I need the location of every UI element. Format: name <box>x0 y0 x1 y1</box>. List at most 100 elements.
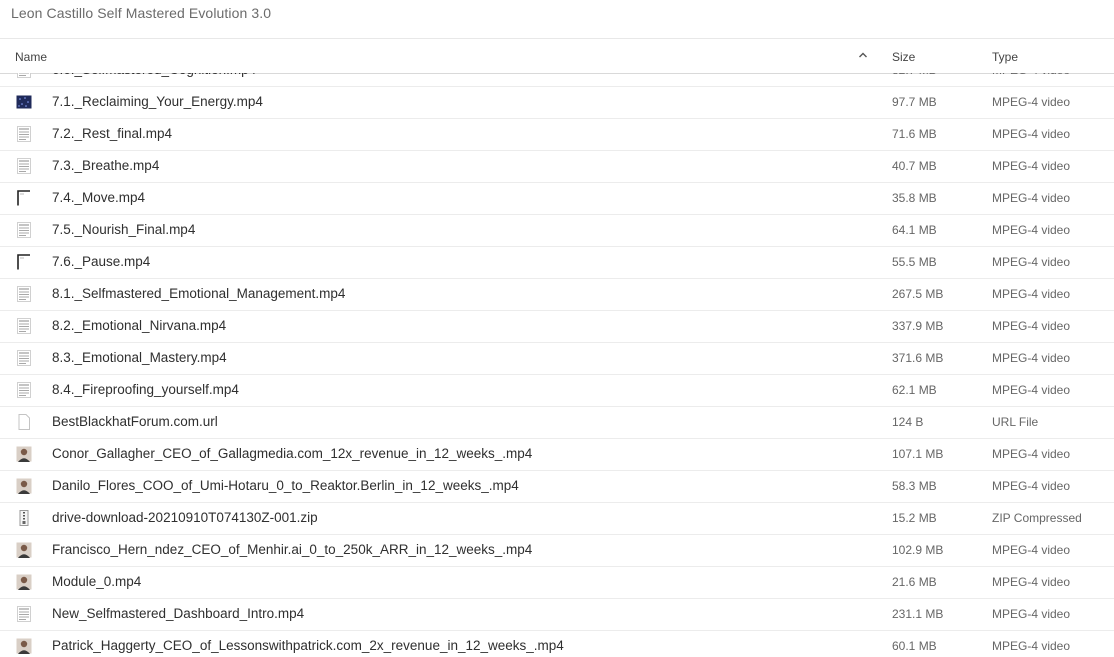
file-row[interactable]: New_Selfmastered_Dashboard_Intro.mp4 231.… <box>0 599 1114 631</box>
file-size: 82.7 MB <box>892 73 937 77</box>
person-thumb-icon <box>16 446 32 462</box>
column-header-name[interactable]: Name <box>15 50 47 64</box>
file-type: MPEG-4 video <box>992 447 1071 461</box>
file-type: MPEG-4 video <box>992 223 1071 237</box>
file-row[interactable]: Francisco_Hern_ndez_CEO_of_Menhir.ai_0_t… <box>0 535 1114 567</box>
file-row[interactable]: 7.2._Rest_final.mp4 71.6 MB MPEG-4 video <box>0 119 1114 151</box>
file-size: 337.9 MB <box>892 319 944 333</box>
file-size: 231.1 MB <box>892 607 944 621</box>
file-name: 7.3._Breathe.mp4 <box>52 158 160 173</box>
file-row[interactable]: 8.1._Selfmastered_Emotional_Management.m… <box>0 279 1114 311</box>
file-row[interactable]: 8.4._Fireproofing_yourself.mp4 62.1 MB MPE… <box>0 375 1114 407</box>
file-row[interactable]: 7.6._Pause.mp4 55.5 MB MPEG-4 video <box>0 247 1114 279</box>
doc-thumb-icon <box>16 350 32 366</box>
file-row[interactable]: Module_0.mp4 21.6 MB MPEG-4 video <box>0 567 1114 599</box>
column-header-type[interactable]: Type <box>992 50 1018 64</box>
file-row[interactable]: 6.6._Selfmastered_Cognition.mp4 82.7 MB MP… <box>0 73 1114 87</box>
file-name: Danilo_Flores_COO_of_Umi-Hotaru_0_to_Rea… <box>52 478 519 493</box>
file-name: Conor_Gallagher_CEO_of_Gallagmedia.com_1… <box>52 446 533 461</box>
file-type: MPEG-4 video <box>992 287 1071 301</box>
doc-thumb-icon <box>16 318 32 334</box>
file-size: 62.1 MB <box>892 383 937 397</box>
doc-thumb-icon <box>16 286 32 302</box>
file-row[interactable]: 7.3._Breathe.mp4 40.7 MB MPEG-4 video <box>0 151 1114 183</box>
column-header-bar: Name Size Type <box>0 39 1114 74</box>
file-type: MPEG-4 video <box>992 73 1070 77</box>
file-row[interactable]: 7.4._Move.mp4 35.8 MB MPEG-4 video <box>0 183 1114 215</box>
file-row[interactable]: Conor_Gallagher_CEO_of_Gallagmedia.com_1… <box>0 439 1114 471</box>
doc-thumb-icon <box>16 73 32 78</box>
file-type: MPEG-4 video <box>992 159 1071 173</box>
file-type: URL File <box>992 415 1039 429</box>
file-name: Patrick_Haggerty_CEO_of_Lessonswithpatri… <box>52 638 564 653</box>
file-name: drive-download-20210910T074130Z-001.zip <box>52 510 318 525</box>
file-size: 267.5 MB <box>892 287 944 301</box>
file-row[interactable]: 7.1._Reclaiming_Your_Energy.mp4 97.7 MB MP… <box>0 87 1114 119</box>
file-name: 7.6._Pause.mp4 <box>52 254 151 269</box>
file-type: MPEG-4 video <box>992 639 1071 653</box>
file-size: 15.2 MB <box>892 511 937 525</box>
doc-thumb-icon <box>16 158 32 174</box>
file-name: 7.1._Reclaiming_Your_Energy.mp4 <box>52 94 263 109</box>
file-type: MPEG-4 video <box>992 607 1071 621</box>
doc-thumb-icon <box>16 222 32 238</box>
file-name: Module_0.mp4 <box>52 574 142 589</box>
corner-thumb-icon <box>16 190 32 206</box>
file-size: 64.1 MB <box>892 223 937 237</box>
file-name: 8.3._Emotional_Mastery.mp4 <box>52 350 227 365</box>
doc-thumb-icon <box>16 606 32 622</box>
file-type: MPEG-4 video <box>992 319 1071 333</box>
person-thumb-icon <box>16 574 32 590</box>
file-name: 7.2._Rest_final.mp4 <box>52 126 173 141</box>
file-type: MPEG-4 video <box>992 351 1071 365</box>
file-size: 97.7 MB <box>892 95 937 109</box>
file-type: MPEG-4 video <box>992 255 1071 269</box>
person-thumb-icon <box>16 478 32 494</box>
file-size: 107.1 MB <box>892 447 944 461</box>
file-name: 8.2._Emotional_Nirvana.mp4 <box>52 318 227 333</box>
file-size: 71.6 MB <box>892 127 937 141</box>
person-thumb-icon <box>16 638 32 654</box>
person-thumb-icon <box>16 542 32 558</box>
sort-ascending-icon[interactable] <box>857 49 869 61</box>
column-header-size[interactable]: Size <box>892 50 915 64</box>
file-size: 40.7 MB <box>892 159 937 173</box>
file-name: 8.4._Fireproofing_yourself.mp4 <box>52 382 239 397</box>
file-row[interactable]: BestBlackhatForum.com.url 124 B URL File <box>0 407 1114 439</box>
file-row[interactable]: 7.5._Nourish_Final.mp4 64.1 MB MPEG-4 vide… <box>0 215 1114 247</box>
file-row[interactable]: 8.2._Emotional_Nirvana.mp4 337.9 MB MPEG-4… <box>0 311 1114 343</box>
file-name: 7.5._Nourish_Final.mp4 <box>52 222 196 237</box>
file-type: ZIP Compressed <box>992 511 1082 525</box>
file-row[interactable]: drive-download-20210910T074130Z-001.zip 1… <box>0 503 1114 535</box>
file-size: 21.6 MB <box>892 575 937 589</box>
file-type: MPEG-4 video <box>992 127 1071 141</box>
file-name: BestBlackhatForum.com.url <box>52 414 218 429</box>
file-size: 35.8 MB <box>892 191 937 205</box>
file-type: MPEG-4 video <box>992 479 1071 493</box>
zip-file-icon <box>16 510 32 526</box>
doc-thumb-icon <box>16 382 32 398</box>
window-title: Leon Castillo Self Mastered Evolution 3.… <box>11 5 272 21</box>
file-list[interactable]: 6.6._Selfmastered_Cognition.mp4 82.7 MB MP… <box>0 73 1114 657</box>
file-size: 58.3 MB <box>892 479 937 493</box>
doc-thumb-icon <box>16 126 32 142</box>
corner-thumb-icon <box>16 254 32 270</box>
file-name: 6.6._Selfmastered_Cognition.mp4 <box>52 73 256 77</box>
file-row[interactable]: 8.3._Emotional_Mastery.mp4 371.6 MB MPEG-4… <box>0 343 1114 375</box>
file-size: 371.6 MB <box>892 351 944 365</box>
file-type: MPEG-4 video <box>992 191 1071 205</box>
file-name: 7.4._Move.mp4 <box>52 190 146 205</box>
file-type: MPEG-4 video <box>992 575 1071 589</box>
file-name: 8.1._Selfmastered_Emotional_Management.m… <box>52 286 346 301</box>
dark-video-thumb-icon <box>16 94 32 110</box>
file-name: Francisco_Hern_ndez_CEO_of_Menhir.ai_0_t… <box>52 542 533 557</box>
file-name: New_Selfmastered_Dashboard_Intro.mp4 <box>52 606 305 621</box>
blank-file-icon <box>16 414 32 430</box>
file-size: 60.1 MB <box>892 639 937 653</box>
file-type: MPEG-4 video <box>992 383 1071 397</box>
file-type: MPEG-4 video <box>992 95 1071 109</box>
file-row[interactable]: Patrick_Haggerty_CEO_of_Lessonswithpatri… <box>0 631 1114 657</box>
file-type: MPEG-4 video <box>992 543 1071 557</box>
file-rows: 6.6._Selfmastered_Cognition.mp4 82.7 MB MP… <box>0 73 1114 657</box>
file-row[interactable]: Danilo_Flores_COO_of_Umi-Hotaru_0_to_Rea… <box>0 471 1114 503</box>
